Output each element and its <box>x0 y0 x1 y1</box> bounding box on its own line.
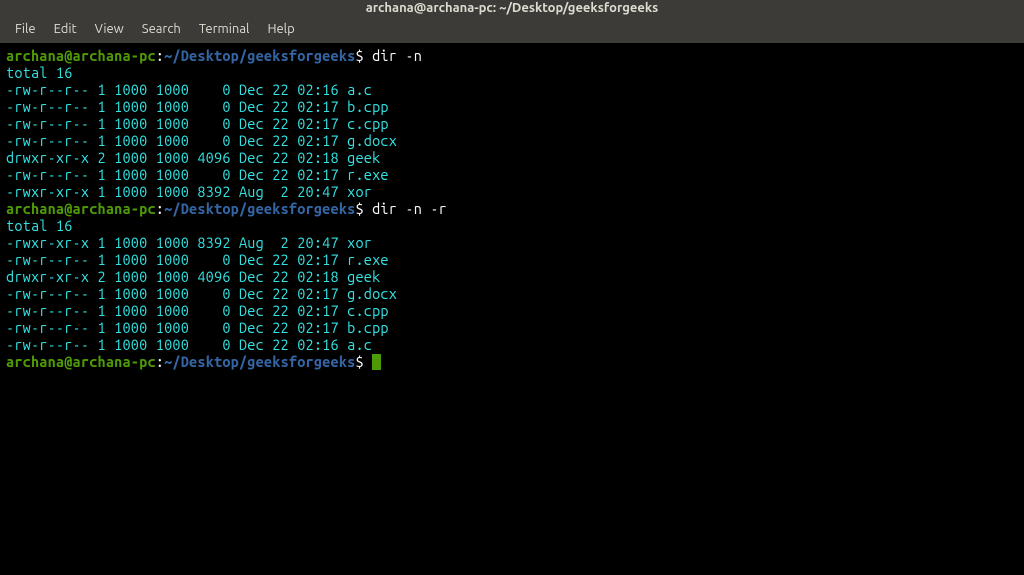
output-line: drwxr-xr-x 2 1000 1000 4096 Dec 22 02:18… <box>6 268 1018 285</box>
menu-terminal[interactable]: Terminal <box>192 21 257 37</box>
output-line: -rw-r--r-- 1 1000 1000 0 Dec 22 02:17 c.… <box>6 115 1018 132</box>
output-line: total 16 <box>6 217 1018 234</box>
menu-edit[interactable]: Edit <box>47 21 84 37</box>
output-line: -rw-r--r-- 1 1000 1000 0 Dec 22 02:17 g.… <box>6 285 1018 302</box>
menu-file[interactable]: File <box>8 21 43 37</box>
output-line: drwxr-xr-x 2 1000 1000 4096 Dec 22 02:18… <box>6 149 1018 166</box>
prompt-line: archana@archana-pc:~/Desktop/geeksforgee… <box>6 47 1018 64</box>
output-line: -rw-r--r-- 1 1000 1000 0 Dec 22 02:17 r.… <box>6 251 1018 268</box>
output-line: total 16 <box>6 64 1018 81</box>
prompt-colon: : <box>156 353 164 370</box>
prompt-colon: : <box>156 47 164 64</box>
prompt-user-host: archana@archana-pc <box>6 200 156 217</box>
menu-search[interactable]: Search <box>135 21 188 37</box>
prompt-line: archana@archana-pc:~/Desktop/geeksforgee… <box>6 353 1018 370</box>
output-line: -rw-r--r-- 1 1000 1000 0 Dec 22 02:16 a.… <box>6 336 1018 353</box>
prompt-dollar: $ <box>355 47 372 64</box>
output-line: -rw-r--r-- 1 1000 1000 0 Dec 22 02:17 c.… <box>6 302 1018 319</box>
prompt-path: ~/Desktop/geeksforgeeks <box>164 353 355 370</box>
command-text: dir -n -r <box>372 200 447 217</box>
output-line: -rw-r--r-- 1 1000 1000 0 Dec 22 02:17 r.… <box>6 166 1018 183</box>
terminal-area[interactable]: archana@archana-pc:~/Desktop/geeksforgee… <box>0 43 1024 575</box>
menu-help[interactable]: Help <box>260 21 301 37</box>
prompt-line: archana@archana-pc:~/Desktop/geeksforgee… <box>6 200 1018 217</box>
prompt-dollar: $ <box>355 353 372 370</box>
prompt-path: ~/Desktop/geeksforgeeks <box>164 200 355 217</box>
output-line: -rw-r--r-- 1 1000 1000 0 Dec 22 02:17 g.… <box>6 132 1018 149</box>
window-titlebar: archana@archana-pc: ~/Desktop/geeksforge… <box>0 0 1024 16</box>
output-line: -rw-r--r-- 1 1000 1000 0 Dec 22 02:17 b.… <box>6 319 1018 336</box>
prompt-user-host: archana@archana-pc <box>6 47 156 64</box>
prompt-colon: : <box>156 200 164 217</box>
menubar: File Edit View Search Terminal Help <box>0 16 1024 43</box>
output-line: -rwxr-xr-x 1 1000 1000 8392 Aug 2 20:47 … <box>6 183 1018 200</box>
prompt-user-host: archana@archana-pc <box>6 353 156 370</box>
output-line: -rw-r--r-- 1 1000 1000 0 Dec 22 02:16 a.… <box>6 81 1018 98</box>
prompt-path: ~/Desktop/geeksforgeeks <box>164 47 355 64</box>
output-line: -rw-r--r-- 1 1000 1000 0 Dec 22 02:17 b.… <box>6 98 1018 115</box>
cursor <box>372 354 381 370</box>
output-line: -rwxr-xr-x 1 1000 1000 8392 Aug 2 20:47 … <box>6 234 1018 251</box>
window-title: archana@archana-pc: ~/Desktop/geeksforge… <box>366 1 659 15</box>
prompt-dollar: $ <box>355 200 372 217</box>
terminal-window: archana@archana-pc: ~/Desktop/geeksforge… <box>0 0 1024 575</box>
menu-view[interactable]: View <box>88 21 131 37</box>
command-text: dir -n <box>372 47 422 64</box>
